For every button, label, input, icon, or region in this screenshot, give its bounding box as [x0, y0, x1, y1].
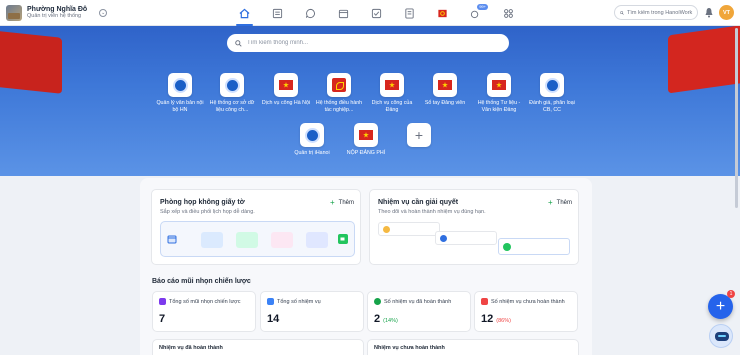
document-icon: [405, 7, 414, 19]
nav-news[interactable]: [261, 0, 294, 26]
nav-calendar[interactable]: [327, 0, 360, 26]
org-logo: [6, 4, 22, 21]
completed-tasks-panel[interactable]: Nhiệm vụ đã hoàn thành: [152, 339, 364, 355]
add-task-button[interactable]: + Thêm: [548, 198, 572, 207]
vn-flag-icon: [385, 80, 399, 90]
ihanoi-icon: [304, 127, 320, 143]
top-bar: Phường Nghĩa Đô Quản trị viên hệ thống ⌄: [0, 0, 740, 26]
participant-illustration: [271, 232, 293, 248]
calendar-icon: [167, 235, 177, 244]
search-icon: [235, 39, 242, 47]
bookmark-icon: [159, 298, 166, 305]
main-nav: 99+: [228, 0, 525, 26]
vn-flag-decoration: [668, 26, 740, 94]
global-search[interactable]: [614, 5, 698, 20]
task-icon: [371, 8, 382, 18]
vn-flag-icon: [279, 80, 293, 90]
news-icon: [272, 8, 283, 18]
app-quan-ly-van-ban[interactable]: Quản lý văn bản nội bộ HN: [154, 73, 206, 113]
stat-pending-tasks[interactable]: Số nhiệm vụ chưa hoàn thành 12 (86%): [474, 291, 578, 332]
report-title: Báo cáo mũi nhọn chiến lược: [152, 278, 251, 285]
smart-search-input[interactable]: [247, 40, 487, 46]
party-flag-decoration: [0, 30, 62, 94]
stat-total-tasks[interactable]: Tổng số nhiệm vụ 14: [260, 291, 364, 332]
nav-task[interactable]: [360, 0, 393, 26]
nav-apps[interactable]: [492, 0, 525, 26]
app-nop-dang-phi[interactable]: NỘP ĐẢNG PHÍ: [340, 123, 392, 157]
smart-search[interactable]: [227, 34, 509, 52]
app-tu-lieu-van-kien[interactable]: Hệ thống Tư liệu - Văn kiện Đảng: [473, 73, 525, 113]
nav-home[interactable]: [228, 0, 261, 26]
user-avatar[interactable]: VT: [719, 5, 734, 20]
add-app-button[interactable]: +: [393, 123, 445, 147]
hanoi-seal-icon: [224, 77, 240, 93]
global-search-input[interactable]: [627, 9, 697, 16]
app-dich-vu-cong-dang[interactable]: Dịch vụ công của Đảng: [366, 73, 418, 113]
task-card-illustration: [435, 231, 497, 245]
search-icon: [620, 10, 624, 15]
home-icon: [239, 8, 250, 18]
app-danh-gia-phan-loai[interactable]: Đánh giá, phân loại CB, CC: [526, 73, 578, 113]
pending-dot-icon: [383, 226, 390, 233]
check-circle-icon: [374, 298, 381, 305]
nav-document[interactable]: [393, 0, 426, 26]
org-switcher[interactable]: Phường Nghĩa Đô Quản trị viên hệ thống ⌄: [0, 4, 200, 21]
pending-tasks-panel[interactable]: Nhiệm vụ cần giải quyết Theo dõi và hoàn…: [369, 189, 579, 265]
party-flag-icon: [332, 78, 346, 92]
participant-illustration: [201, 232, 223, 248]
vn-flag-icon: [438, 80, 452, 90]
check-icon: [440, 235, 447, 242]
check-icon: [503, 243, 511, 251]
party-icon: [438, 9, 447, 17]
video-call-icon: [338, 234, 348, 244]
pending-tasks-list-panel[interactable]: Nhiệm vụ chưa hoàn thành: [367, 339, 579, 355]
fab-badge: 1: [727, 290, 735, 298]
task-card-illustration: [498, 238, 570, 255]
stat-total-strategies[interactable]: Tổng số mũi nhọn chiến lược 7: [152, 291, 256, 332]
vn-flag-icon: [492, 80, 506, 90]
hanoi-seal-icon: [544, 77, 560, 93]
list-icon: [267, 298, 274, 305]
task-card-illustration: [378, 222, 440, 236]
org-name: Phường Nghĩa Đô: [27, 5, 88, 13]
app-quan-tri-ihanoi[interactable]: Quản trị iHanoi: [286, 123, 338, 157]
nav-analytics[interactable]: 99+: [459, 0, 492, 26]
stat-completed-tasks[interactable]: Số nhiệm vụ đã hoàn thành 2 (14%): [367, 291, 471, 332]
plus-icon: +: [330, 198, 335, 207]
apps-grid-icon: [504, 8, 513, 18]
bell-icon[interactable]: [704, 7, 714, 18]
add-meeting-button[interactable]: + Thêm: [330, 198, 354, 207]
hero-banner: Quản lý văn bản nội bộ HN Hệ thống cơ sở…: [0, 26, 740, 176]
participant-illustration: [236, 232, 258, 248]
participant-illustration: [306, 232, 328, 248]
hanoi-seal-icon: [172, 77, 188, 93]
nav-chat[interactable]: [294, 0, 327, 26]
app-dieu-hanh-tac-nghiep[interactable]: Hệ thống điều hành tác nghiệp...: [313, 73, 365, 113]
notification-badge: 99+: [477, 4, 488, 10]
calendar-icon: [338, 9, 349, 18]
plus-icon: +: [414, 127, 424, 143]
vn-flag-icon: [359, 130, 373, 140]
app-co-so-du-lieu[interactable]: Hệ thống cơ sở dữ liệu công ch...: [206, 73, 258, 113]
chatbot-assistant-icon[interactable]: [709, 324, 733, 348]
alert-icon: [481, 298, 488, 305]
meeting-flow-illustration: [160, 221, 355, 257]
app-dich-vu-cong-ha-noi[interactable]: Dịch vụ công Hà Nội: [260, 73, 312, 107]
chevron-down-icon[interactable]: ⌄: [99, 8, 108, 17]
plus-icon: +: [548, 198, 553, 207]
chat-icon: [305, 8, 315, 18]
org-role: Quản trị viên hệ thống: [27, 13, 82, 20]
page-scrollbar[interactable]: [735, 28, 738, 208]
app-so-tay-dang-vien[interactable]: Sổ tay Đảng viên: [419, 73, 471, 107]
nav-party[interactable]: [426, 0, 459, 26]
